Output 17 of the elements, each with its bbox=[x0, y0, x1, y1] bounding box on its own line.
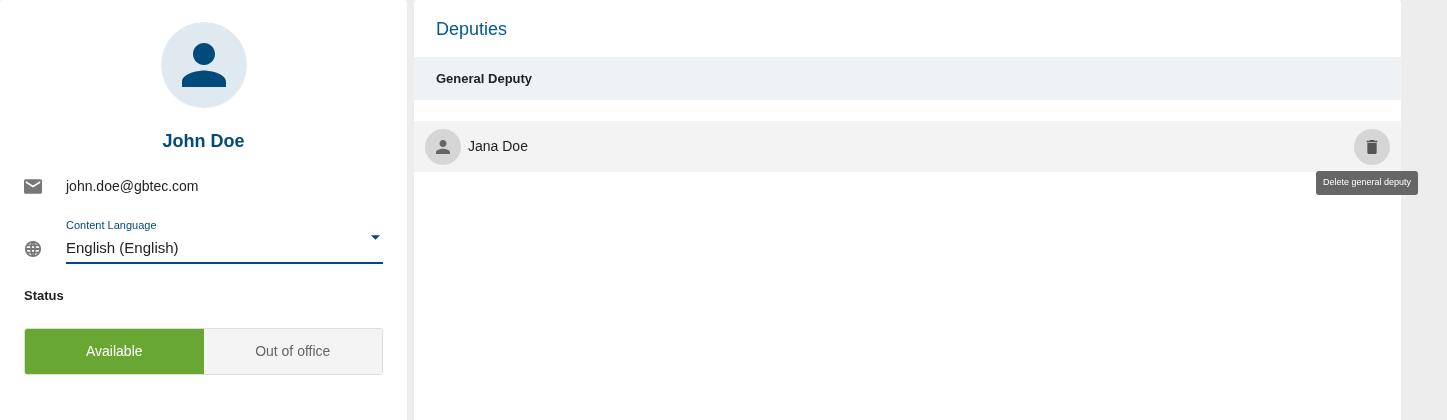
trash-icon bbox=[1366, 139, 1378, 154]
deputy-name: Jana Doe bbox=[468, 137, 529, 156]
email-text: john.doe@gbtec.com bbox=[66, 177, 199, 196]
person-icon bbox=[436, 139, 450, 154]
globe-icon bbox=[24, 240, 42, 258]
status-option[interactable]: Out of office bbox=[203, 328, 382, 374]
status-label: Status bbox=[24, 287, 65, 305]
language-select[interactable]: Content Language English (English) bbox=[66, 217, 383, 264]
delete-button[interactable] bbox=[1354, 128, 1390, 165]
section-header: General Deputy bbox=[414, 57, 1401, 100]
mail-icon bbox=[24, 179, 42, 194]
person-icon bbox=[181, 43, 226, 87]
dropdown-caret-icon bbox=[371, 235, 380, 240]
deputy-row[interactable]: Jana Doe bbox=[414, 121, 1401, 172]
user-name: John Doe bbox=[162, 130, 245, 153]
card-title: Deputies bbox=[435, 18, 509, 41]
tooltip: Delete general deputy bbox=[1316, 171, 1419, 195]
